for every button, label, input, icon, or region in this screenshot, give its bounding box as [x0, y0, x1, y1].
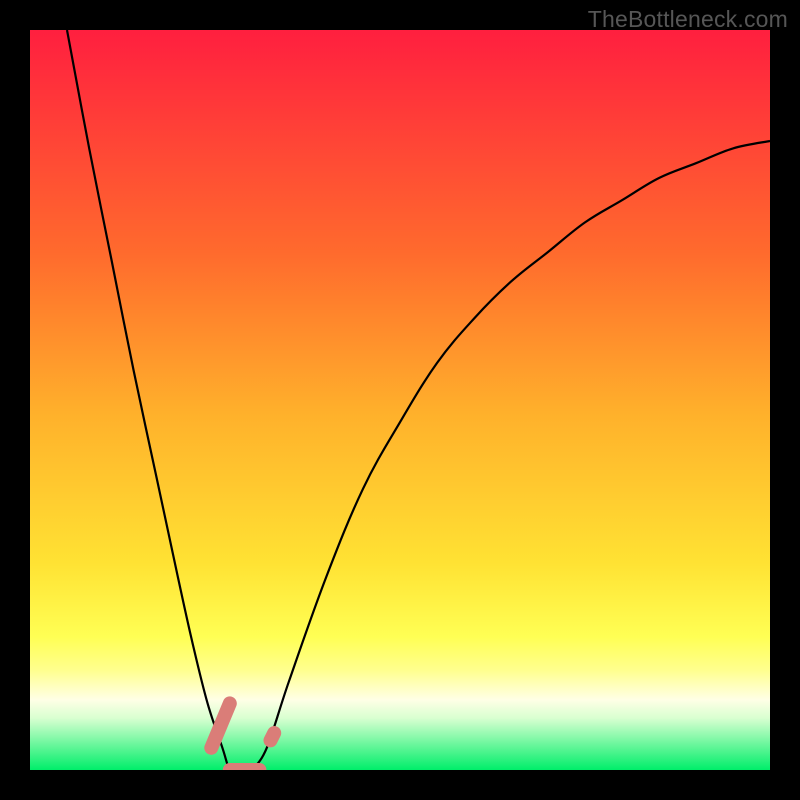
watermark-text: TheBottleneck.com	[588, 6, 788, 33]
curve-right-branch	[252, 141, 770, 770]
marker-left	[211, 703, 230, 747]
chart-area	[30, 30, 770, 770]
curve-layer	[30, 30, 770, 770]
curve-left-branch	[67, 30, 252, 770]
marker-right-dot	[271, 733, 275, 740]
chart-frame: TheBottleneck.com	[0, 0, 800, 800]
